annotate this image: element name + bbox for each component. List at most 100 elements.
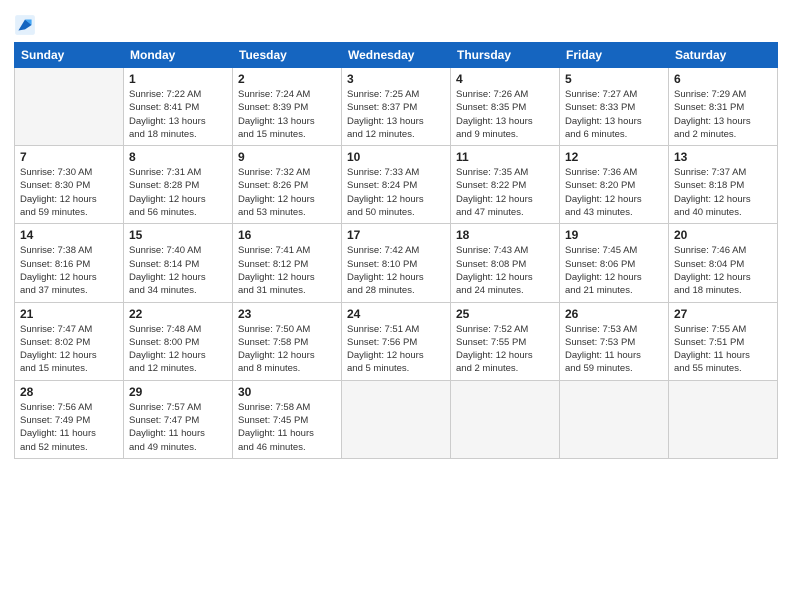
day-info: Sunrise: 7:35 AMSunset: 8:22 PMDaylight:… xyxy=(456,166,554,219)
calendar-cell: 16 Sunrise: 7:41 AMSunset: 8:12 PMDayligh… xyxy=(233,224,342,302)
day-number: 23 xyxy=(238,307,336,321)
calendar-cell: 18 Sunrise: 7:43 AMSunset: 8:08 PMDayligh… xyxy=(451,224,560,302)
day-number: 26 xyxy=(565,307,663,321)
day-number: 2 xyxy=(238,72,336,86)
day-info: Sunrise: 7:56 AMSunset: 7:49 PMDaylight:… xyxy=(20,401,118,454)
day-info: Sunrise: 7:24 AMSunset: 8:39 PMDaylight:… xyxy=(238,88,336,141)
day-info: Sunrise: 7:55 AMSunset: 7:51 PMDaylight:… xyxy=(674,323,772,376)
calendar-cell: 2 Sunrise: 7:24 AMSunset: 8:39 PMDaylight… xyxy=(233,68,342,146)
calendar-cell: 7 Sunrise: 7:30 AMSunset: 8:30 PMDaylight… xyxy=(15,146,124,224)
day-number: 1 xyxy=(129,72,227,86)
day-info: Sunrise: 7:27 AMSunset: 8:33 PMDaylight:… xyxy=(565,88,663,141)
day-number: 3 xyxy=(347,72,445,86)
day-info: Sunrise: 7:22 AMSunset: 8:41 PMDaylight:… xyxy=(129,88,227,141)
calendar-cell: 21Sunrise: 7:47 AMSunset: 8:02 PMDayligh… xyxy=(15,302,124,380)
calendar-cell: 15Sunrise: 7:40 AMSunset: 8:14 PMDayligh… xyxy=(124,224,233,302)
day-number: 4 xyxy=(456,72,554,86)
calendar-cell: 28 Sunrise: 7:56 AMSunset: 7:49 PMDayligh… xyxy=(15,380,124,458)
calendar-cell xyxy=(342,380,451,458)
page-header xyxy=(14,10,778,36)
day-number: 20 xyxy=(674,228,772,242)
calendar-cell: 5 Sunrise: 7:27 AMSunset: 8:33 PMDaylight… xyxy=(560,68,669,146)
calendar-cell xyxy=(451,380,560,458)
day-number: 27 xyxy=(674,307,772,321)
day-info: Sunrise: 7:51 AMSunset: 7:56 PMDaylight:… xyxy=(347,323,445,376)
day-info: Sunrise: 7:25 AMSunset: 8:37 PMDaylight:… xyxy=(347,88,445,141)
day-number: 28 xyxy=(20,385,118,399)
week-row-5: 28 Sunrise: 7:56 AMSunset: 7:49 PMDayligh… xyxy=(15,380,778,458)
weekday-wednesday: Wednesday xyxy=(342,43,451,68)
day-info: Sunrise: 7:46 AMSunset: 8:04 PMDaylight:… xyxy=(674,244,772,297)
day-info: Sunrise: 7:45 AMSunset: 8:06 PMDaylight:… xyxy=(565,244,663,297)
day-info: Sunrise: 7:57 AMSunset: 7:47 PMDaylight:… xyxy=(129,401,227,454)
calendar-cell: 29 Sunrise: 7:57 AMSunset: 7:47 PMDayligh… xyxy=(124,380,233,458)
day-number: 10 xyxy=(347,150,445,164)
day-info: Sunrise: 7:38 AMSunset: 8:16 PMDaylight:… xyxy=(20,244,118,297)
day-info: Sunrise: 7:33 AMSunset: 8:24 PMDaylight:… xyxy=(347,166,445,219)
logo-icon xyxy=(14,14,36,36)
week-row-2: 7 Sunrise: 7:30 AMSunset: 8:30 PMDaylight… xyxy=(15,146,778,224)
week-row-1: 1 Sunrise: 7:22 AMSunset: 8:41 PMDaylight… xyxy=(15,68,778,146)
day-number: 12 xyxy=(565,150,663,164)
week-row-4: 21Sunrise: 7:47 AMSunset: 8:02 PMDayligh… xyxy=(15,302,778,380)
day-number: 6 xyxy=(674,72,772,86)
day-info: Sunrise: 7:50 AMSunset: 7:58 PMDaylight:… xyxy=(238,323,336,376)
day-number: 8 xyxy=(129,150,227,164)
week-row-3: 14 Sunrise: 7:38 AMSunset: 8:16 PMDayligh… xyxy=(15,224,778,302)
calendar-cell: 30 Sunrise: 7:58 AMSunset: 7:45 PMDayligh… xyxy=(233,380,342,458)
weekday-header-row: SundayMondayTuesdayWednesdayThursdayFrid… xyxy=(15,43,778,68)
day-info: Sunrise: 7:48 AMSunset: 8:00 PMDaylight:… xyxy=(129,323,227,376)
day-number: 25 xyxy=(456,307,554,321)
day-number: 22 xyxy=(129,307,227,321)
calendar-cell: 6Sunrise: 7:29 AMSunset: 8:31 PMDaylight… xyxy=(669,68,778,146)
day-number: 14 xyxy=(20,228,118,242)
day-number: 24 xyxy=(347,307,445,321)
day-number: 18 xyxy=(456,228,554,242)
calendar-cell: 26 Sunrise: 7:53 AMSunset: 7:53 PMDayligh… xyxy=(560,302,669,380)
calendar-cell: 8 Sunrise: 7:31 AMSunset: 8:28 PMDaylight… xyxy=(124,146,233,224)
day-info: Sunrise: 7:53 AMSunset: 7:53 PMDaylight:… xyxy=(565,323,663,376)
calendar-cell xyxy=(669,380,778,458)
day-info: Sunrise: 7:36 AMSunset: 8:20 PMDaylight:… xyxy=(565,166,663,219)
calendar-cell xyxy=(560,380,669,458)
weekday-tuesday: Tuesday xyxy=(233,43,342,68)
day-number: 29 xyxy=(129,385,227,399)
calendar-cell: 25Sunrise: 7:52 AMSunset: 7:55 PMDayligh… xyxy=(451,302,560,380)
calendar-cell: 13Sunrise: 7:37 AMSunset: 8:18 PMDayligh… xyxy=(669,146,778,224)
day-info: Sunrise: 7:40 AMSunset: 8:14 PMDaylight:… xyxy=(129,244,227,297)
day-number: 17 xyxy=(347,228,445,242)
calendar-cell: 10 Sunrise: 7:33 AMSunset: 8:24 PMDayligh… xyxy=(342,146,451,224)
day-number: 11 xyxy=(456,150,554,164)
calendar-cell: 14 Sunrise: 7:38 AMSunset: 8:16 PMDayligh… xyxy=(15,224,124,302)
weekday-saturday: Saturday xyxy=(669,43,778,68)
weekday-thursday: Thursday xyxy=(451,43,560,68)
calendar-cell: 19Sunrise: 7:45 AMSunset: 8:06 PMDayligh… xyxy=(560,224,669,302)
weekday-sunday: Sunday xyxy=(15,43,124,68)
calendar-cell: 11 Sunrise: 7:35 AMSunset: 8:22 PMDayligh… xyxy=(451,146,560,224)
day-info: Sunrise: 7:41 AMSunset: 8:12 PMDaylight:… xyxy=(238,244,336,297)
day-info: Sunrise: 7:37 AMSunset: 8:18 PMDaylight:… xyxy=(674,166,772,219)
day-number: 7 xyxy=(20,150,118,164)
calendar-cell: 20 Sunrise: 7:46 AMSunset: 8:04 PMDayligh… xyxy=(669,224,778,302)
day-number: 5 xyxy=(565,72,663,86)
weekday-monday: Monday xyxy=(124,43,233,68)
calendar-cell: 22 Sunrise: 7:48 AMSunset: 8:00 PMDayligh… xyxy=(124,302,233,380)
day-number: 16 xyxy=(238,228,336,242)
day-info: Sunrise: 7:43 AMSunset: 8:08 PMDaylight:… xyxy=(456,244,554,297)
calendar-cell: 12 Sunrise: 7:36 AMSunset: 8:20 PMDayligh… xyxy=(560,146,669,224)
calendar-table: SundayMondayTuesdayWednesdayThursdayFrid… xyxy=(14,42,778,459)
day-info: Sunrise: 7:30 AMSunset: 8:30 PMDaylight:… xyxy=(20,166,118,219)
day-info: Sunrise: 7:26 AMSunset: 8:35 PMDaylight:… xyxy=(456,88,554,141)
day-info: Sunrise: 7:42 AMSunset: 8:10 PMDaylight:… xyxy=(347,244,445,297)
logo xyxy=(14,14,38,36)
day-number: 21 xyxy=(20,307,118,321)
calendar-cell: 27 Sunrise: 7:55 AMSunset: 7:51 PMDayligh… xyxy=(669,302,778,380)
day-info: Sunrise: 7:58 AMSunset: 7:45 PMDaylight:… xyxy=(238,401,336,454)
day-number: 30 xyxy=(238,385,336,399)
calendar-cell: 23 Sunrise: 7:50 AMSunset: 7:58 PMDayligh… xyxy=(233,302,342,380)
day-info: Sunrise: 7:31 AMSunset: 8:28 PMDaylight:… xyxy=(129,166,227,219)
calendar-cell: 17 Sunrise: 7:42 AMSunset: 8:10 PMDayligh… xyxy=(342,224,451,302)
day-number: 9 xyxy=(238,150,336,164)
calendar-cell: 3 Sunrise: 7:25 AMSunset: 8:37 PMDaylight… xyxy=(342,68,451,146)
calendar-cell: 9Sunrise: 7:32 AMSunset: 8:26 PMDaylight… xyxy=(233,146,342,224)
